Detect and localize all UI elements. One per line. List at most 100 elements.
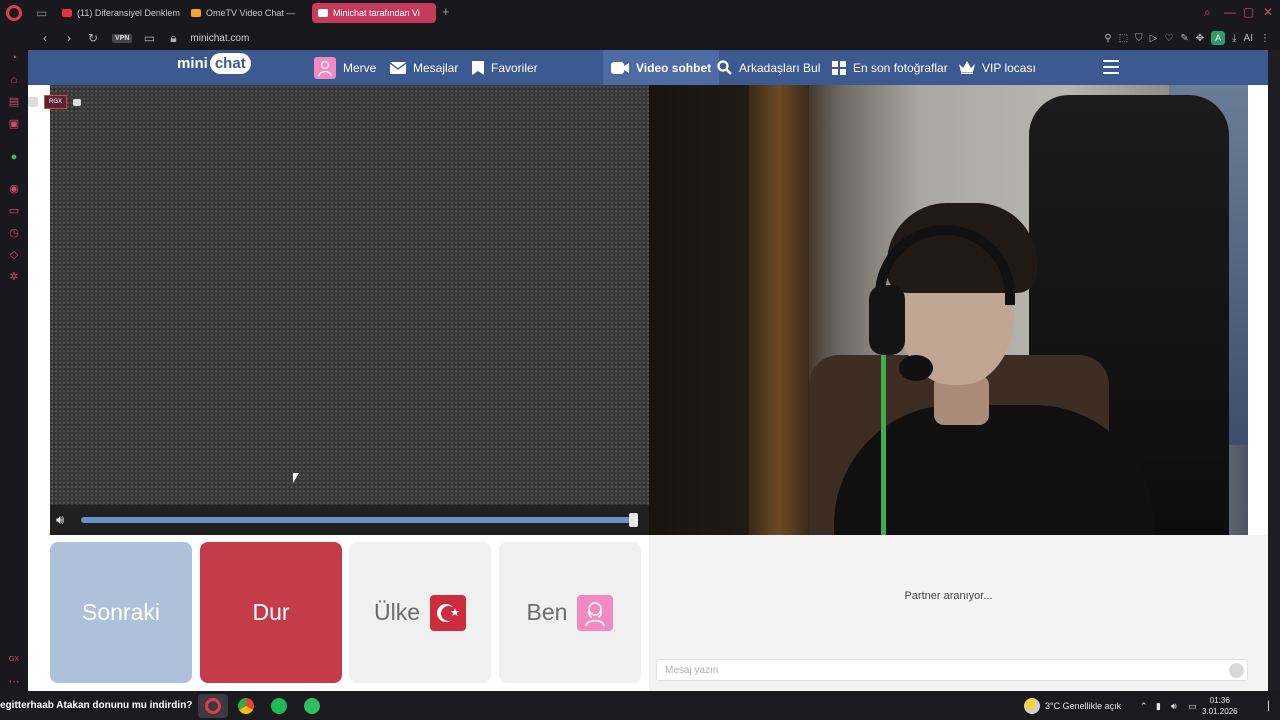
chevron-up-icon[interactable]: ⌃ xyxy=(1140,701,1148,712)
volume-slider-handle[interactable] xyxy=(629,513,638,527)
download-icon[interactable]: ⤓ xyxy=(1232,33,1236,44)
wallet-icon[interactable]: ▭ xyxy=(8,205,20,217)
forward-icon[interactable]: › xyxy=(62,31,76,45)
weather-icon[interactable] xyxy=(1024,698,1040,714)
whatsapp-icon[interactable]: ● xyxy=(8,151,20,163)
country-button[interactable]: Ülke ★ xyxy=(349,542,491,683)
hamburger-menu-icon[interactable] xyxy=(1103,60,1119,74)
close-icon[interactable]: ✕ xyxy=(1263,5,1273,19)
new-tab-plus-icon[interactable]: + xyxy=(442,4,450,19)
reload-icon[interactable]: ↻ xyxy=(86,31,100,45)
nav-latest-photos-label: En son fotoğraflar xyxy=(853,60,948,75)
stop-button-label: Dur xyxy=(252,599,290,625)
browser-tab-strip: ▭ (11) Diferansiyel Denklemle OmeTV Vide… xyxy=(0,0,1280,26)
speaker-icon[interactable]: 🔊︎ xyxy=(1171,701,1177,712)
nav-messages[interactable]: Mesajlar xyxy=(390,50,458,85)
taskbar-clock[interactable]: 01:36 3.01.2026 xyxy=(1202,695,1238,717)
settings-icon[interactable]: ✲ xyxy=(8,271,20,283)
video-overlay-badges: RGX xyxy=(28,95,82,109)
search-tabs-icon[interactable]: ⌕ xyxy=(1204,5,1211,20)
screenshot-icon[interactable]: ⬚ xyxy=(1119,33,1128,44)
tab-youtube[interactable]: (11) Diferansiyel Denklemle xyxy=(56,3,180,23)
next-button[interactable]: Sonraki xyxy=(50,542,192,683)
nav-find-friends[interactable]: Arkadaşları Bul xyxy=(717,50,820,85)
gx-icon[interactable]: GX xyxy=(8,654,20,666)
headset-earcup xyxy=(869,285,905,355)
play-icon[interactable]: ▷ xyxy=(1150,33,1158,44)
puzzle-icon[interactable]: ✥ xyxy=(1196,33,1204,44)
player-icon[interactable]: ◉ xyxy=(8,183,20,195)
page-scrollbar[interactable] xyxy=(1268,50,1280,691)
nav-video-chat[interactable]: Video sohbet xyxy=(603,50,720,85)
tab-menu-icon[interactable]: ▭ xyxy=(36,6,47,20)
nav-favorites[interactable]: Favoriler xyxy=(472,50,538,85)
sidebar-more-icon[interactable]: ⋯ xyxy=(8,676,20,688)
volume-slider[interactable] xyxy=(81,517,636,523)
chrome-taskbar-icon[interactable] xyxy=(238,698,254,714)
opera-gx-taskbar-icon[interactable] xyxy=(205,698,221,714)
pen-icon[interactable]: ✎ xyxy=(1180,33,1188,44)
chat-message-input[interactable] xyxy=(656,659,1248,681)
tab-minichat[interactable]: Minichat tarafından Vi xyxy=(312,3,436,23)
photos-grid-icon xyxy=(832,60,846,75)
bag-icon[interactable]: ⌂ xyxy=(8,74,20,86)
minichat-logo[interactable]: mini chat xyxy=(177,53,251,74)
camera-icon[interactable]: ▭ xyxy=(142,31,156,45)
instagram-icon[interactable]: ▣ xyxy=(8,118,20,130)
app-taskbar-icon[interactable] xyxy=(304,698,320,714)
weather-text[interactable]: 3°C Genellikle açık xyxy=(1045,701,1121,711)
maximize-icon[interactable]: ▢ xyxy=(1243,5,1254,19)
minimize-icon[interactable]: — xyxy=(1224,5,1236,19)
address-bar: ‹ › ↻ VPN ▭ 🔒︎ minichat.com ⚲ ⬚ ⛉ ▷ ♡ ✎ … xyxy=(28,26,1280,50)
shield-icon[interactable]: ⛉ xyxy=(1135,33,1143,44)
speed-dial-icon[interactable]: ◔ xyxy=(8,52,20,64)
nav-profile[interactable]: Merve xyxy=(314,50,376,85)
video-controls: 🔊︎ xyxy=(50,505,649,535)
country-button-label: Ülke xyxy=(373,599,420,625)
bookmarks-icon[interactable]: ◇ xyxy=(8,249,20,261)
nav-vip[interactable]: VIP locası xyxy=(959,50,1036,85)
rgx-badge[interactable]: RGX xyxy=(44,95,68,109)
opera-logo-icon[interactable] xyxy=(6,5,22,21)
ai-label[interactable]: AI xyxy=(1244,33,1253,44)
back-icon[interactable]: ‹ xyxy=(38,31,52,45)
more-menu-icon[interactable]: ⋮ xyxy=(1260,33,1270,44)
battery-icon[interactable]: ▭ xyxy=(1188,701,1197,712)
pin-icon[interactable]: ⚲ xyxy=(1104,33,1111,44)
minichat-page: mini chat Merve Mesajlar Favoriler Video… xyxy=(28,50,1268,691)
clock-date: 3.01.2026 xyxy=(1202,707,1238,716)
nav-video-chat-label: Video sohbet xyxy=(636,60,712,75)
account-icon[interactable]: A xyxy=(1211,31,1226,45)
partner-video-feed xyxy=(649,85,1248,535)
gender-button[interactable]: Ben xyxy=(499,542,641,683)
usb-icon[interactable]: ▮ xyxy=(1156,701,1161,712)
popout-icon[interactable] xyxy=(73,98,82,106)
nav-find-friends-label: Arkadaşları Bul xyxy=(739,60,821,75)
stop-button[interactable]: Dur xyxy=(200,542,342,683)
youtube-icon xyxy=(62,9,72,17)
history-icon[interactable]: ◷ xyxy=(8,227,20,239)
vpn-badge[interactable]: VPN xyxy=(112,33,133,43)
turkey-flag-icon: ★ xyxy=(430,594,466,631)
crown-icon xyxy=(959,61,975,74)
extension-icons: ⚲ ⬚ ⛉ ▷ ♡ ✎ ✥ A ⤓ AI ⋮ xyxy=(1104,31,1270,45)
tab-ometv[interactable]: OmeTV Video Chat — xyxy=(185,3,305,23)
url-text[interactable]: minichat.com xyxy=(190,33,249,44)
windows-taskbar: egitterhaab Atakan donunu mu indirdin? 3… xyxy=(0,691,1280,720)
nav-messages-label: Mesajlar xyxy=(413,60,459,75)
notifications-icon[interactable]: ▏ xyxy=(1268,701,1275,712)
headset-microphone xyxy=(899,355,933,381)
tab-label: (11) Diferansiyel Denklemle xyxy=(77,8,180,18)
bookmark-icon xyxy=(472,60,484,75)
emoji-icon[interactable] xyxy=(1229,663,1244,678)
heart-icon[interactable]: ♡ xyxy=(1164,33,1173,44)
female-avatar-icon xyxy=(577,594,614,631)
messenger-icon[interactable]: ▤ xyxy=(8,96,20,108)
headset-cable xyxy=(881,355,886,535)
spotify-taskbar-icon[interactable] xyxy=(271,698,287,714)
nav-latest-photos[interactable]: En son fotoğraflar xyxy=(832,50,948,85)
volume-icon[interactable]: 🔊︎ xyxy=(56,512,64,528)
volume-fill xyxy=(81,517,636,523)
browser-sidebar: ◔ ⌂ ▤ ▣ ● ◉ ▭ ◷ ◇ ✲ GX ⋯ xyxy=(0,26,28,691)
overlay-toggle-icon[interactable] xyxy=(28,97,38,107)
